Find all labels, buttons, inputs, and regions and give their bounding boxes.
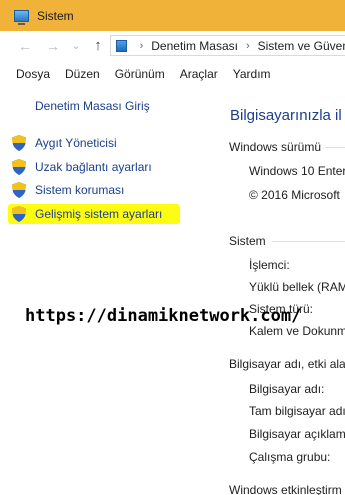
pen-touch-label: Kalem ve Dokunm (249, 324, 345, 338)
computer-description-label: Bilgisayar açıklama (249, 427, 345, 441)
recent-locations-icon[interactable]: ⌄ (65, 39, 87, 52)
task-label: Gelişmiş sistem ayarları (35, 207, 163, 221)
system-info-pane: Bilgisayarınızla il Windows sürümü Windo… (212, 86, 345, 495)
forward-arrow-icon[interactable]: → (42, 38, 64, 54)
window-title: Sistem (37, 8, 74, 23)
breadcrumb-separator: › (139, 39, 144, 52)
breadcrumb-control-panel[interactable]: Denetim Masası (151, 39, 238, 53)
section-divider (272, 241, 345, 242)
menu-file[interactable]: Dosya (16, 67, 50, 81)
uac-shield-icon (12, 135, 26, 151)
task-advanced-system-settings[interactable]: Gelişmiş sistem ayarları (8, 204, 181, 224)
menu-bar: Dosya Düzen Görünüm Araçlar Yardım (0, 63, 345, 85)
section-computer-name: Bilgisayar adı, etki alan (229, 357, 345, 371)
up-arrow-icon[interactable]: ↑ (87, 37, 109, 54)
edition-value: Windows 10 Enter (249, 164, 345, 178)
section-windows-edition: Windows sürümü (229, 140, 322, 154)
task-label: Aygıt Yöneticisi (35, 136, 117, 150)
title-bar: Sistem (0, 0, 345, 31)
control-panel-home-link[interactable]: Denetim Masası Giriş (35, 99, 150, 113)
section-divider (325, 147, 345, 148)
task-device-manager[interactable]: Aygıt Yöneticisi (12, 133, 117, 153)
navigation-bar: ← → ⌄ ↑ › Denetim Masası › Sistem ve Güv… (0, 31, 345, 60)
system-icon (14, 9, 29, 25)
task-system-protection[interactable]: Sistem koruması (12, 180, 124, 200)
processor-label: İşlemci: (249, 258, 290, 272)
address-bar[interactable]: › Denetim Masası › Sistem ve Güven (110, 35, 345, 56)
installed-memory-label: Yüklü bellek (RAM (249, 280, 345, 294)
task-remote-settings[interactable]: Uzak bağlantı ayarları (12, 157, 152, 177)
menu-tools[interactable]: Araçlar (180, 67, 218, 81)
menu-view[interactable]: Görünüm (115, 67, 165, 81)
back-arrow-icon[interactable]: ← (14, 38, 36, 54)
copyright-value: © 2016 Microsoft (249, 188, 340, 202)
uac-shield-icon (12, 159, 26, 175)
breadcrumb-system-security[interactable]: Sistem ve Güven (258, 39, 345, 53)
menu-help[interactable]: Yardım (233, 67, 271, 81)
section-windows-activation: Windows etkinleştirm (229, 483, 342, 495)
workgroup-label: Çalışma grubu: (249, 450, 331, 464)
section-system: Sistem (229, 234, 266, 248)
control-panel-icon (116, 39, 127, 52)
computer-name-label: Bilgisayar adı: (249, 382, 325, 396)
breadcrumb-separator: › (245, 39, 250, 52)
task-label: Uzak bağlantı ayarları (35, 160, 152, 174)
uac-shield-icon (12, 182, 26, 198)
menu-edit[interactable]: Düzen (65, 67, 100, 81)
uac-shield-icon (12, 206, 26, 222)
watermark-url: https://dinamiknetwork.com/ (25, 306, 302, 326)
full-computer-name-label: Tam bilgisayar adı (249, 404, 345, 418)
page-title: Bilgisayarınızla il (230, 107, 342, 124)
task-pane: Denetim Masası Giriş Aygıt Yöneticisi Uz… (0, 86, 212, 495)
task-label: Sistem koruması (35, 183, 125, 197)
